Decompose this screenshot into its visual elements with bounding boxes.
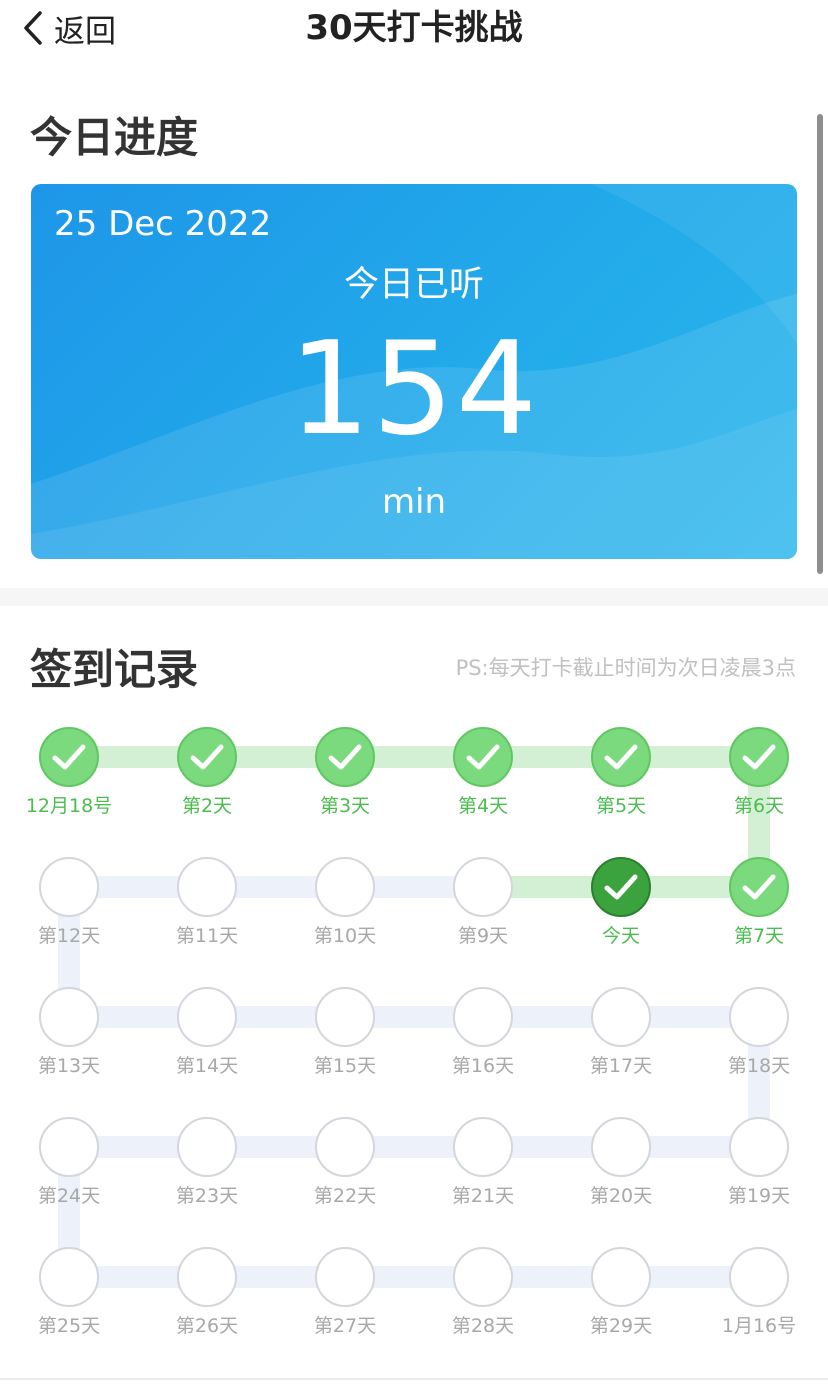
day-label: 第5天 (595, 795, 647, 817)
day-label: 第29天 (589, 1315, 653, 1337)
checkin-day[interactable]: 第15天 (290, 987, 400, 1097)
check-icon (328, 744, 362, 770)
check-icon (742, 874, 776, 900)
checkin-day[interactable]: 第9天 (428, 857, 538, 967)
day-circle (591, 1247, 651, 1307)
day-label: 第11天 (175, 925, 239, 947)
day-circle (315, 987, 375, 1047)
check-icon (466, 744, 500, 770)
day-label: 第12天 (37, 925, 101, 947)
checkin-day[interactable]: 1月16号 (704, 1247, 814, 1357)
checkin-day[interactable]: 第22天 (290, 1117, 400, 1227)
check-icon (52, 744, 86, 770)
day-circle (315, 857, 375, 917)
checkin-day[interactable]: 第25天 (14, 1247, 124, 1357)
day-circle (39, 1247, 99, 1307)
day-circle-checked (591, 727, 651, 787)
day-label: 第3天 (319, 795, 371, 817)
day-circle-checked (729, 857, 789, 917)
day-circle (453, 857, 513, 917)
checkin-day[interactable]: 第18天 (704, 987, 814, 1097)
day-circle-checked (453, 727, 513, 787)
day-circle (453, 987, 513, 1047)
day-circle-checked (315, 727, 375, 787)
day-circle (39, 1117, 99, 1177)
check-icon (604, 874, 638, 900)
checkin-day[interactable]: 第21天 (428, 1117, 538, 1227)
day-label: 第26天 (175, 1315, 239, 1337)
checkin-day[interactable]: 第26天 (152, 1247, 262, 1357)
day-label: 第2天 (181, 795, 233, 817)
day-label: 第28天 (451, 1315, 515, 1337)
day-circle (591, 987, 651, 1047)
day-circle (177, 1117, 237, 1177)
checkin-day[interactable]: 第13天 (14, 987, 124, 1097)
day-label: 第20天 (589, 1185, 653, 1207)
day-circle (39, 857, 99, 917)
checkin-day[interactable]: 第5天 (566, 727, 676, 837)
day-circle (729, 987, 789, 1047)
checkin-day[interactable]: 第23天 (152, 1117, 262, 1227)
day-label: 第14天 (175, 1055, 239, 1077)
day-label: 今天 (601, 925, 640, 947)
day-circle (177, 857, 237, 917)
day-circle (177, 987, 237, 1047)
checkin-day[interactable]: 第3天 (290, 727, 400, 837)
checkin-day[interactable]: 第14天 (152, 987, 262, 1097)
checkin-day[interactable]: 第6天 (704, 727, 814, 837)
day-label: 第16天 (451, 1055, 515, 1077)
day-circle-checked (729, 727, 789, 787)
day-circle-checked (39, 727, 99, 787)
checkin-day[interactable]: 第11天 (152, 857, 262, 967)
check-icon (604, 744, 638, 770)
day-label: 第25天 (37, 1315, 101, 1337)
day-label: 第4天 (457, 795, 509, 817)
day-circle (177, 1247, 237, 1307)
checkin-day[interactable]: 第27天 (290, 1247, 400, 1357)
day-circle (729, 1247, 789, 1307)
day-label: 第17天 (589, 1055, 653, 1077)
day-label: 12月18号 (25, 795, 113, 817)
day-circle (39, 987, 99, 1047)
day-label: 第21天 (451, 1185, 515, 1207)
day-label: 第10天 (313, 925, 377, 947)
day-circle (315, 1117, 375, 1177)
day-circle (729, 1117, 789, 1177)
day-circle (315, 1247, 375, 1307)
checkin-day[interactable]: 第12天 (14, 857, 124, 967)
checkin-day[interactable]: 第20天 (566, 1117, 676, 1227)
day-circle (453, 1247, 513, 1307)
bottom-divider (0, 1378, 828, 1380)
checkin-day[interactable]: 12月18号 (14, 727, 124, 837)
day-label: 第19天 (727, 1185, 791, 1207)
checkin-day[interactable]: 第7天 (704, 857, 814, 967)
check-icon (742, 744, 776, 770)
day-label: 1月16号 (721, 1315, 797, 1337)
day-label: 第18天 (727, 1055, 791, 1077)
day-label: 第7天 (733, 925, 785, 947)
day-circle (591, 1117, 651, 1177)
checkin-day[interactable]: 第24天 (14, 1117, 124, 1227)
checkin-day[interactable]: 第29天 (566, 1247, 676, 1357)
day-label: 第9天 (457, 925, 509, 947)
day-circle-checked (177, 727, 237, 787)
day-label: 第15天 (313, 1055, 377, 1077)
checkin-day[interactable]: 第4天 (428, 727, 538, 837)
day-label: 第27天 (313, 1315, 377, 1337)
checkin-day[interactable]: 第16天 (428, 987, 538, 1097)
day-label: 第23天 (175, 1185, 239, 1207)
checkin-day[interactable]: 第17天 (566, 987, 676, 1097)
checkin-day[interactable]: 第2天 (152, 727, 262, 837)
day-label: 第22天 (313, 1185, 377, 1207)
check-icon (190, 744, 224, 770)
checkin-day[interactable]: 第28天 (428, 1247, 538, 1357)
day-circle-checked (591, 857, 651, 917)
checkin-day[interactable]: 第19天 (704, 1117, 814, 1227)
day-label: 第24天 (37, 1185, 101, 1207)
day-circle (453, 1117, 513, 1177)
day-label: 第6天 (733, 795, 785, 817)
checkin-day[interactable]: 今天 (566, 857, 676, 967)
day-label: 第13天 (37, 1055, 101, 1077)
checkin-day[interactable]: 第10天 (290, 857, 400, 967)
